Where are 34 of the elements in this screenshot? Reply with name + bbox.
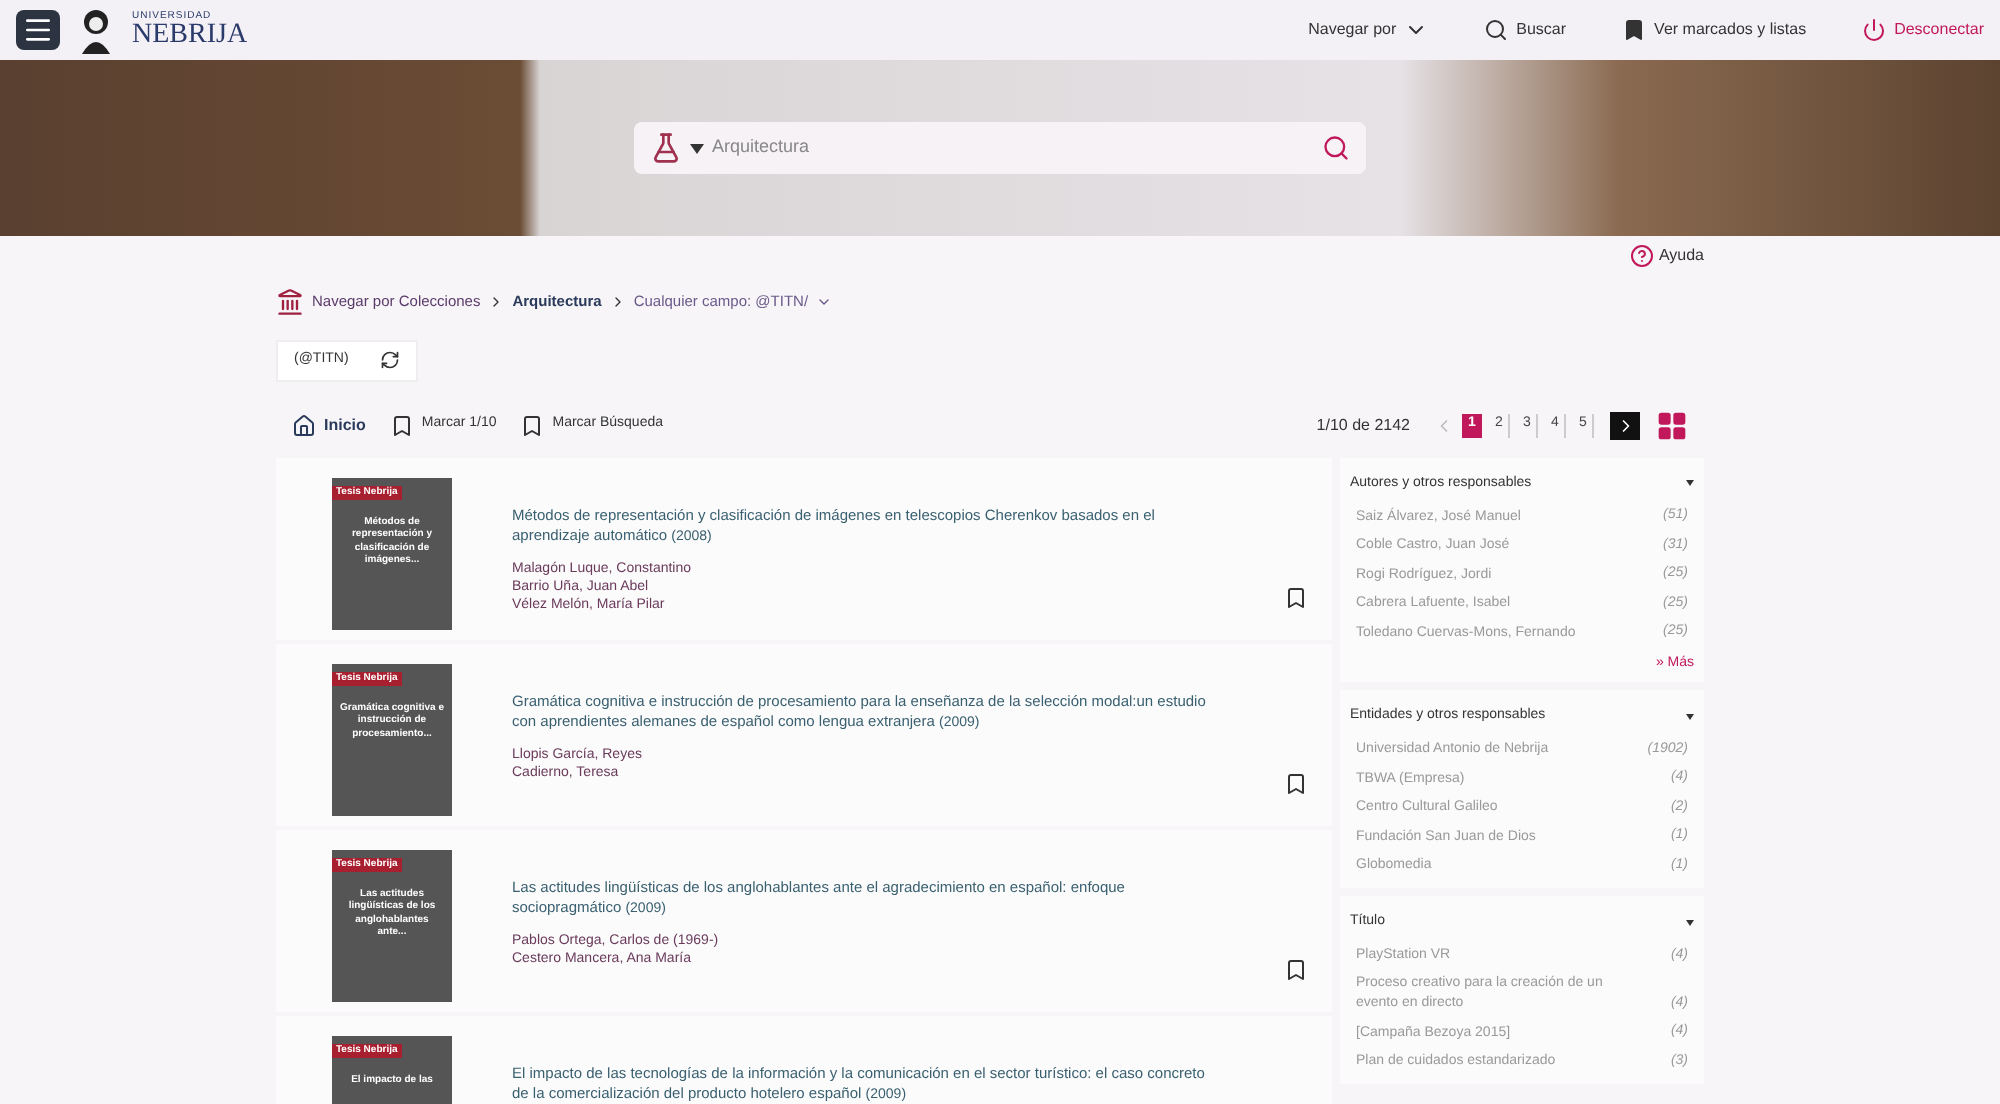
help-link[interactable]: Ayuda (1630, 244, 1704, 268)
refresh-icon[interactable] (380, 350, 401, 371)
search-icon (1484, 18, 1509, 42)
next-button[interactable] (1610, 411, 1640, 439)
chevron-down-icon (816, 294, 833, 310)
nav-link[interactable]: Navegar por (1308, 18, 1429, 42)
bookmark-icon[interactable] (1284, 771, 1308, 795)
menu-button[interactable] (16, 10, 60, 50)
flask-icon (650, 132, 682, 164)
nav-link[interactable]: Desconectar (1862, 18, 1984, 42)
caret-icon[interactable] (1686, 919, 1694, 926)
bookmark-icon (1622, 18, 1647, 42)
logo-text: NEBRIJA (132, 21, 248, 49)
logo-icon (76, 6, 116, 54)
library-icon (276, 288, 304, 316)
caret-icon[interactable] (1686, 480, 1694, 487)
home-link[interactable]: Inicio (292, 413, 366, 437)
bookmark-icon[interactable] (1284, 585, 1308, 609)
nav-link[interactable]: Buscar (1484, 18, 1567, 42)
nav-link[interactable]: Ver marcados y listas (1622, 18, 1807, 42)
result-range: 1/10 de 2142 (1316, 413, 1410, 437)
bookmark-icon (520, 413, 545, 437)
help-icon (1630, 244, 1655, 268)
caret-icon[interactable] (1686, 713, 1694, 720)
bookmark-icon (389, 413, 414, 437)
grid-view-icon[interactable] (1656, 409, 1688, 441)
search-field[interactable]: Arquitectura (634, 122, 1366, 174)
home-icon (292, 413, 316, 437)
power-icon (1862, 18, 1887, 42)
bookmark-icon[interactable] (1284, 957, 1308, 981)
caret-icon (690, 143, 704, 153)
search-icon[interactable] (1322, 134, 1350, 162)
menu-icon (22, 14, 54, 46)
search-input[interactable]: Arquitectura (712, 134, 1314, 162)
